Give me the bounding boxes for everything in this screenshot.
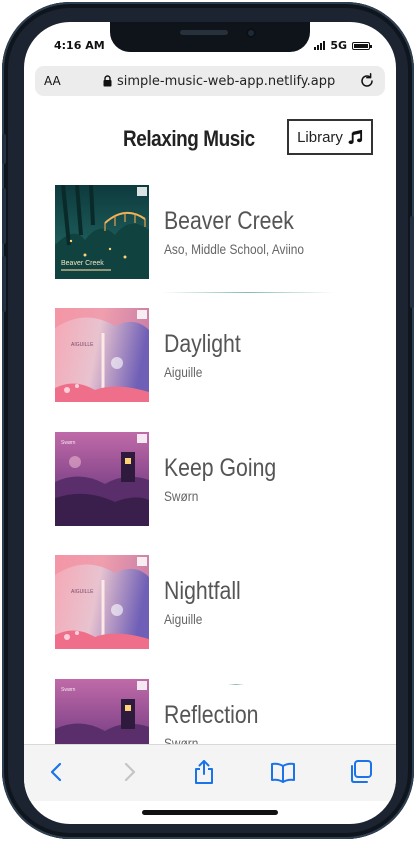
album-cover: Beaver Creek bbox=[55, 185, 149, 279]
song-artist: Swørn bbox=[164, 488, 199, 504]
status-time: 4:16 AM bbox=[54, 39, 105, 52]
library-button[interactable]: Library bbox=[287, 119, 373, 155]
song-artist: Aiguille bbox=[164, 611, 203, 627]
song-title: Nightfall bbox=[164, 577, 241, 605]
power-button bbox=[410, 216, 414, 308]
song-title: Beaver Creek bbox=[164, 207, 294, 235]
song-artist: Aiguille bbox=[164, 364, 203, 380]
song-item[interactable]: Swørn Keep Going Swørn bbox=[55, 432, 375, 526]
tabs-icon[interactable] bbox=[348, 759, 374, 785]
song-item[interactable]: AIGUILLE Daylight Aiguille bbox=[55, 308, 375, 402]
svg-text:Swørn: Swørn bbox=[61, 687, 76, 693]
web-page: Relaxing Music Library Beaver Creek Beav… bbox=[24, 106, 396, 744]
song-item[interactable]: Swørn Reflection Swørn bbox=[55, 679, 375, 744]
svg-text:AIGUILLE: AIGUILLE bbox=[71, 589, 94, 595]
song-artist: Swørn bbox=[164, 735, 199, 744]
music-note-icon bbox=[348, 129, 362, 144]
library-button-label: Library bbox=[297, 128, 343, 146]
battery-icon bbox=[352, 41, 372, 50]
share-icon[interactable] bbox=[191, 759, 217, 785]
album-cover: AIGUILLE bbox=[55, 555, 149, 649]
screen: 4:16 AM 5G AA simple-music-web-app.netli… bbox=[24, 22, 396, 824]
album-cover: Swørn bbox=[55, 432, 149, 526]
song-artist: Aso, Middle School, Aviino bbox=[164, 241, 305, 257]
album-cover: Swørn bbox=[55, 679, 149, 744]
album-cover: AIGUILLE bbox=[55, 308, 149, 402]
page-title: Relaxing Music bbox=[123, 126, 255, 151]
chevron-left-icon[interactable] bbox=[44, 759, 70, 785]
song-title: Keep Going bbox=[164, 454, 277, 482]
song-item[interactable]: AIGUILLE Nightfall Aiguille bbox=[55, 555, 375, 649]
phone-frame: 4:16 AM 5G AA simple-music-web-app.netli… bbox=[2, 2, 414, 839]
book-icon[interactable] bbox=[270, 759, 296, 785]
earpiece-speaker bbox=[180, 30, 228, 35]
network-label: 5G bbox=[330, 39, 347, 52]
svg-text:AIGUILLE: AIGUILLE bbox=[71, 342, 94, 348]
volume-down-button bbox=[2, 256, 6, 312]
lock-icon bbox=[103, 75, 112, 87]
notch bbox=[110, 22, 310, 52]
svg-text:Swørn: Swørn bbox=[61, 440, 76, 446]
divider bbox=[162, 292, 334, 293]
status-indicators: 5G bbox=[314, 39, 372, 52]
address-bar[interactable]: AA simple-music-web-app.netlify.app bbox=[35, 66, 385, 96]
silent-switch bbox=[2, 134, 6, 164]
song-title: Daylight bbox=[164, 330, 241, 358]
signal-icon bbox=[314, 41, 326, 50]
front-camera bbox=[246, 28, 256, 38]
reload-icon[interactable] bbox=[359, 73, 375, 89]
home-indicator bbox=[142, 810, 278, 815]
cover-text: Beaver Creek bbox=[61, 260, 104, 267]
volume-up-button bbox=[2, 188, 6, 244]
song-item[interactable]: Beaver Creek Beaver Creek Aso, Middle Sc… bbox=[55, 185, 375, 279]
url-text[interactable]: simple-music-web-app.netlify.app bbox=[117, 74, 335, 89]
browser-toolbar bbox=[24, 744, 396, 801]
song-title: Reflection bbox=[164, 701, 259, 729]
reader-aa-button[interactable]: AA bbox=[44, 74, 61, 88]
chevron-right-icon[interactable] bbox=[116, 759, 142, 785]
